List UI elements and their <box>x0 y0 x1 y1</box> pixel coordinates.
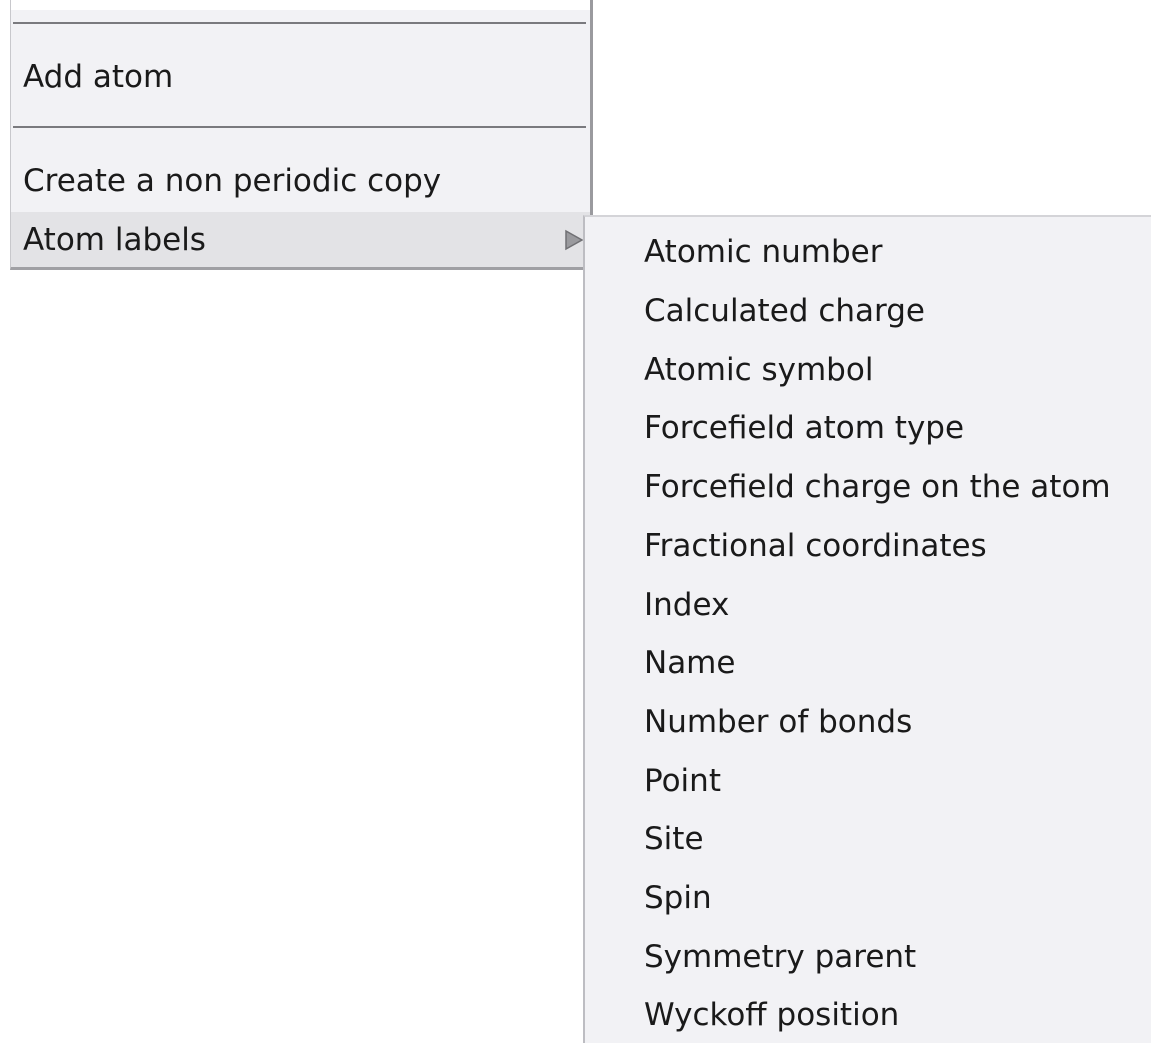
submenu-item-name[interactable]: Name <box>585 634 1151 693</box>
submenu-item-label: Symmetry parent <box>644 938 917 975</box>
submenu-item-forcefield-charge[interactable]: Forcefield charge on the atom <box>585 458 1151 517</box>
page: Add atom Create a non periodic copy Atom… <box>0 0 1151 1043</box>
submenu-item-site[interactable]: Site <box>585 810 1151 869</box>
menu-item-atom-labels[interactable]: Atom labels <box>11 212 590 267</box>
submenu-item-label: Atomic symbol <box>644 351 874 388</box>
submenu-item-label: Name <box>644 645 736 682</box>
atom-labels-submenu: Atomic number Calculated charge Atomic s… <box>583 215 1151 1043</box>
submenu-arrow-icon <box>565 229 584 250</box>
menu-item-label: Atom labels <box>23 221 206 258</box>
submenu-item-label: Atomic number <box>644 234 883 271</box>
submenu-item-label: Fractional coordinates <box>644 527 987 564</box>
submenu-item-label: Point <box>644 762 721 799</box>
menu-separator <box>13 22 586 24</box>
submenu-item-label: Forcefield charge on the atom <box>644 469 1111 506</box>
submenu-item-fractional-coordinates[interactable]: Fractional coordinates <box>585 517 1151 576</box>
submenu-item-label: Number of bonds <box>644 703 913 740</box>
submenu-item-label: Site <box>644 821 704 858</box>
submenu-item-label: Index <box>644 586 730 623</box>
submenu-item-atomic-number[interactable]: Atomic number <box>585 223 1151 282</box>
submenu-item-calculated-charge[interactable]: Calculated charge <box>585 282 1151 341</box>
menu-item-label: Create a non periodic copy <box>23 163 442 199</box>
submenu-item-wyckoff-position[interactable]: Wyckoff position <box>585 986 1151 1043</box>
menu-item-add-atom[interactable]: Add atom <box>11 48 590 106</box>
menu-item-create-non-periodic-copy[interactable]: Create a non periodic copy <box>11 152 590 210</box>
submenu-item-point[interactable]: Point <box>585 751 1151 810</box>
submenu-item-label: Spin <box>644 880 712 917</box>
submenu-item-label: Calculated charge <box>644 293 925 330</box>
submenu-item-forcefield-atom-type[interactable]: Forcefield atom type <box>585 399 1151 458</box>
submenu-item-label: Forcefield atom type <box>644 410 965 447</box>
submenu-item-number-of-bonds[interactable]: Number of bonds <box>585 693 1151 752</box>
menu-separator <box>13 126 586 128</box>
submenu-item-label: Wyckoff position <box>644 997 900 1034</box>
submenu-item-symmetry-parent[interactable]: Symmetry parent <box>585 927 1151 986</box>
menu-top-strip <box>11 0 590 10</box>
submenu-item-atomic-symbol[interactable]: Atomic symbol <box>585 340 1151 399</box>
submenu-item-index[interactable]: Index <box>585 575 1151 634</box>
context-menu: Add atom Create a non periodic copy Atom… <box>10 0 593 270</box>
menu-item-label: Add atom <box>23 59 174 95</box>
submenu-item-spin[interactable]: Spin <box>585 869 1151 928</box>
